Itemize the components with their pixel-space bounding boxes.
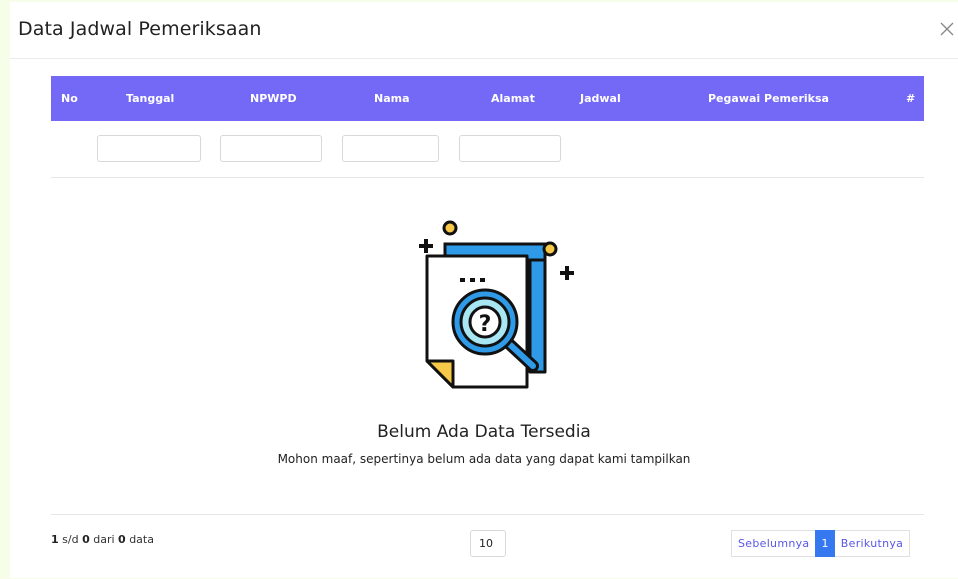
filter-row [51,121,924,178]
npwpd-filter-input[interactable] [220,135,322,162]
tanggal-filter-input[interactable] [97,135,201,162]
record-range-end: 0 [82,533,90,546]
range-separator: s/d [62,533,79,546]
svg-text:?: ? [479,312,492,337]
modal-header: Data Jadwal Pemeriksaan [10,2,958,59]
table-footer: 1 s/d 0 dari 0 data 10 Sebelumnya 1 Beri… [51,514,924,579]
of-label: dari [93,533,115,546]
next-page-button[interactable]: Berikutnya [834,530,911,557]
document-search-question-icon: ? [405,210,575,394]
empty-state-title: Belum Ada Data Tersedia [377,422,591,442]
nama-filter-input[interactable] [342,135,439,162]
close-icon[interactable] [936,18,958,40]
previous-page-button[interactable]: Sebelumnya [731,530,816,557]
alamat-filter-input[interactable] [459,135,561,162]
column-header-no[interactable]: No [61,92,78,105]
column-header-nama[interactable]: Nama [374,92,410,105]
empty-state-subtitle: Mohon maaf, sepertinya belum ada data ya… [277,452,691,466]
column-header-tanggal[interactable]: Tanggal [126,92,174,105]
column-header-jadwal[interactable]: Jadwal [580,92,621,105]
modal-title: Data Jadwal Pemeriksaan [18,18,262,40]
table-header: No Tanggal NPWPD Nama Alamat Jadwal Pega… [51,76,924,121]
pagination: Sebelumnya 1 Berikutnya [731,530,911,557]
record-range-start: 1 [51,533,59,546]
data-label: data [129,533,154,546]
column-header-pegawai-pemeriksa[interactable]: Pegawai Pemeriksa [708,92,829,105]
column-header-alamat[interactable]: Alamat [491,92,535,105]
record-total: 0 [118,533,126,546]
column-header-npwpd[interactable]: NPWPD [250,92,297,105]
record-count: 1 s/d 0 dari 0 data [51,533,154,546]
page-button-current[interactable]: 1 [815,530,835,557]
page-size-select[interactable]: 10 [470,530,506,557]
column-header-actions: # [906,92,916,105]
modal-dialog: Data Jadwal Pemeriksaan No Tanggal NPWPD… [10,2,958,578]
